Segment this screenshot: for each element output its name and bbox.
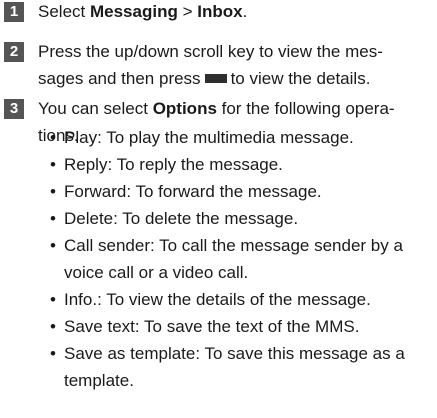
options-list: • Play: To play the multimedia message. •… bbox=[50, 124, 435, 394]
step-1-prefix: Select bbox=[38, 2, 90, 21]
list-item-text: Save text: To save the text of the MMS. bbox=[64, 317, 360, 336]
list-item-text: Reply: To reply the message. bbox=[64, 155, 283, 174]
step-number-badge: 1 bbox=[4, 2, 24, 22]
menu-separator: > bbox=[177, 2, 198, 21]
step-number-badge: 2 bbox=[4, 42, 24, 62]
bullet-icon: • bbox=[50, 236, 56, 255]
list-item-text: Info.: To view the details of the messag… bbox=[64, 290, 371, 309]
list-item: • Save as template: To save this message … bbox=[50, 340, 435, 394]
bullet-icon: • bbox=[50, 317, 56, 336]
step-number-badge: 3 bbox=[4, 99, 24, 119]
bullet-icon: • bbox=[50, 290, 56, 309]
bullet-icon: • bbox=[50, 128, 56, 147]
list-item: • Delete: To delete the message. bbox=[50, 205, 435, 232]
bullet-icon: • bbox=[50, 155, 56, 174]
step-1-text: Select Messaging > Inbox. bbox=[38, 0, 430, 25]
step-3-prefix: You can select bbox=[38, 99, 153, 118]
list-item: • Play: To play the multimedia message. bbox=[50, 124, 435, 151]
list-item-continuation: voice call or a video call. bbox=[64, 263, 249, 282]
step-2-line-2-after: to view the details. bbox=[230, 69, 371, 88]
list-item-text: Delete: To delete the message. bbox=[64, 209, 299, 228]
list-item-text: Save as template: To save this message a… bbox=[64, 344, 405, 363]
list-item-text: Forward: To forward the message. bbox=[64, 182, 322, 201]
step-3-line-1: You can select Options for the following… bbox=[38, 95, 430, 122]
center-key-icon bbox=[204, 73, 227, 83]
step-2-line-2: sages and then press to view the details. bbox=[38, 65, 430, 92]
list-item: • Info.: To view the details of the messa… bbox=[50, 286, 435, 313]
list-item-text: Play: To play the multimedia message. bbox=[64, 128, 354, 147]
options-label: Options bbox=[152, 99, 217, 118]
menu-messaging: Messaging bbox=[89, 2, 178, 21]
list-item: • Save text: To save the text of the MMS. bbox=[50, 313, 435, 340]
step-1-suffix: . bbox=[242, 2, 248, 21]
bullet-icon: • bbox=[50, 344, 56, 363]
document-page: 1 Select Messaging > Inbox. 2 Press the … bbox=[0, 0, 437, 418]
menu-inbox: Inbox bbox=[197, 2, 243, 21]
step-3-line-1-after: for the following opera- bbox=[216, 99, 395, 118]
list-item: • Reply: To reply the message. bbox=[50, 151, 435, 178]
list-item-text: Call sender: To call the message sender … bbox=[64, 236, 403, 255]
list-item: • Forward: To forward the message. bbox=[50, 178, 435, 205]
step-2-line-1: Press the up/down scroll key to view the… bbox=[38, 42, 383, 61]
bullet-icon: • bbox=[50, 209, 56, 228]
list-item-continuation: template. bbox=[64, 371, 134, 390]
step-2-text: Press the up/down scroll key to view the… bbox=[38, 38, 430, 92]
bullet-icon: • bbox=[50, 182, 56, 201]
list-item: • Call sender: To call the message sender… bbox=[50, 232, 435, 286]
step-2-line-2-before: sages and then press bbox=[38, 69, 201, 88]
